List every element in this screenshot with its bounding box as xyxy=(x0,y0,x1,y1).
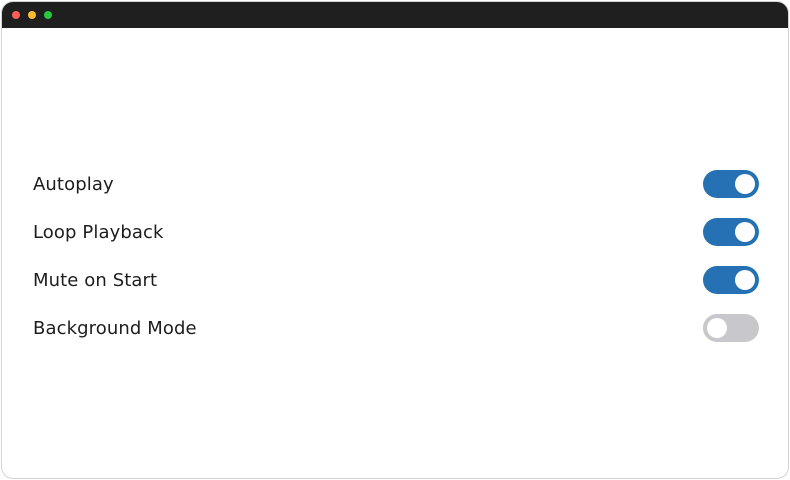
setting-row-autoplay: Autoplay xyxy=(33,160,759,208)
setting-label: Mute on Start xyxy=(33,269,158,291)
setting-label: Autoplay xyxy=(33,173,114,195)
autoplay-toggle[interactable] xyxy=(703,170,759,198)
loop-playback-toggle[interactable] xyxy=(703,218,759,246)
app-window: Autoplay Loop Playback Mute on Start Bac… xyxy=(1,1,789,479)
toggle-knob xyxy=(707,318,727,338)
minimize-window-button[interactable] xyxy=(28,11,36,19)
setting-row-loop-playback: Loop Playback xyxy=(33,208,759,256)
close-window-button[interactable] xyxy=(12,11,20,19)
setting-row-background-mode: Background Mode xyxy=(33,304,759,352)
zoom-window-button[interactable] xyxy=(44,11,52,19)
toggle-knob xyxy=(735,270,755,290)
title-bar xyxy=(2,2,788,28)
background-mode-toggle[interactable] xyxy=(703,314,759,342)
setting-row-mute-on-start: Mute on Start xyxy=(33,256,759,304)
settings-list: Autoplay Loop Playback Mute on Start Bac… xyxy=(33,160,759,352)
setting-label: Loop Playback xyxy=(33,221,164,243)
mute-on-start-toggle[interactable] xyxy=(703,266,759,294)
toggle-knob xyxy=(735,174,755,194)
setting-label: Background Mode xyxy=(33,317,197,339)
toggle-knob xyxy=(735,222,755,242)
